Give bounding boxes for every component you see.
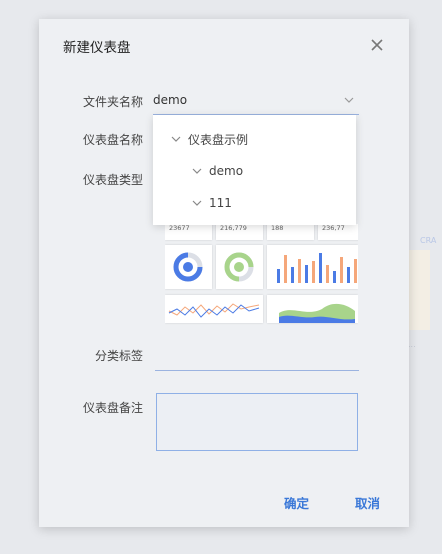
folder-select-value[interactable]: demo [153,93,187,107]
cancel-button[interactable]: 取消 [355,493,380,512]
dropdown-item-label: demo [209,164,244,178]
tags-input-underline [155,370,359,371]
thumbnail-number: 216,779 [220,224,247,232]
thumbnail-number-card[interactable]: 236,77 [318,224,358,240]
chevron-down-icon[interactable] [343,95,355,105]
remark-textarea[interactable] [156,393,358,451]
dropdown-item[interactable]: 仪表盘示例 [171,129,248,149]
background-text: CRA [420,236,437,245]
background-text: ... [408,340,416,349]
dropdown-item-label: 111 [209,196,232,210]
area-chart-icon [279,303,355,323]
chevron-down-icon [192,200,202,206]
thumbnail-number: 188 [271,224,284,232]
close-icon[interactable] [369,37,385,53]
dropdown-item[interactable]: demo [192,161,243,181]
thumbnail-number-card[interactable]: 23677 [165,224,212,240]
chevron-down-icon [171,136,181,142]
thumbnail-number: 236,77 [322,224,345,232]
tags-label: 分类标签 [95,349,144,363]
folder-dropdown-menu: 仪表盘示例 demo 111 [153,115,356,225]
dialog-title: 新建仪表盘 [63,40,131,56]
thumbnail-bar-chart[interactable] [267,245,358,289]
thumbnail-gauge-green[interactable] [216,245,263,289]
new-dashboard-dialog: 新建仪表盘 文件夹名称 demo 仪表盘名称 仪表盘类型 23677 216,7… [39,19,409,527]
bar-chart-icon [277,253,357,283]
tags-input[interactable] [155,343,363,371]
thumbnail-gauge-blue[interactable] [165,245,212,289]
name-label: 仪表盘名称 [83,133,144,147]
gauge-blue-icon [173,252,203,282]
thumbnail-line-chart[interactable] [165,295,263,323]
folder-label: 文件夹名称 [83,95,144,109]
dropdown-item[interactable]: 111 [192,193,232,213]
confirm-button[interactable]: 确定 [284,493,309,512]
gauge-green-icon [224,252,254,282]
type-label: 仪表盘类型 [83,173,144,187]
remark-label: 仪表盘备注 [83,401,144,415]
thumbnail-number-card[interactable]: 188 [267,224,314,240]
thumbnail-number-card[interactable]: 216,779 [216,224,263,240]
line-chart-icon [168,303,260,318]
dropdown-item-label: 仪表盘示例 [188,132,249,147]
dashboard-type-thumbnails: 23677 216,779 188 236,77 [165,224,358,326]
thumbnail-area-chart[interactable] [267,295,358,323]
chevron-down-icon [192,168,202,174]
thumbnail-number: 23677 [169,224,190,232]
